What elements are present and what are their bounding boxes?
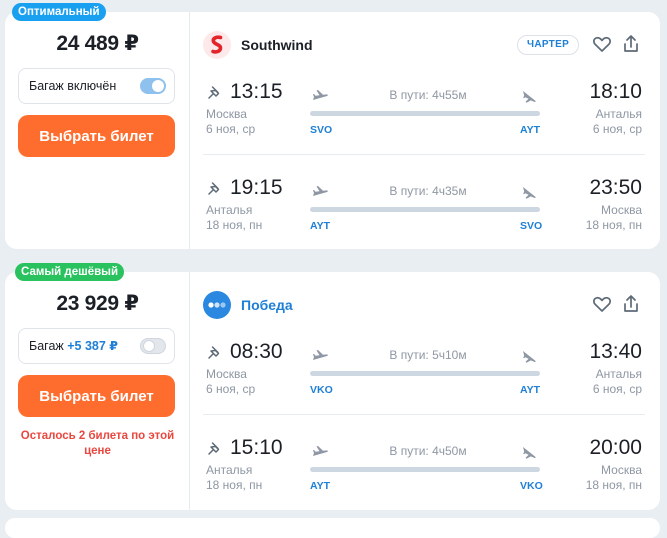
takeoff-plane-icon <box>311 347 329 365</box>
arrival-time: 20:00 <box>589 436 642 459</box>
destination-airport-code[interactable]: AYT <box>520 124 540 136</box>
landing-plane-icon <box>520 347 538 365</box>
arrival-time: 23:50 <box>589 176 642 199</box>
flight-duration: В пути: 4ч50м <box>389 444 467 458</box>
flight-duration: В пути: 5ч10м <box>389 348 467 362</box>
departure-date: 18 ноя, пн <box>206 478 263 492</box>
baggage-option[interactable]: Багаж включён <box>18 68 175 104</box>
pin-icon[interactable] <box>206 441 224 459</box>
origin-airport-code[interactable]: VKO <box>310 384 333 396</box>
destination-airport-code[interactable]: AYT <box>520 384 540 396</box>
segment-divider <box>203 414 645 415</box>
pobeda-logo-icon <box>203 291 231 319</box>
baggage-toggle[interactable] <box>140 338 166 354</box>
departure-city: Москва <box>206 367 247 381</box>
ticket-price-panel: 24 489 ₽ Багаж включён Выбрать билет <box>5 12 190 249</box>
departure-time: 15:10 <box>230 436 283 459</box>
origin-airport-code[interactable]: AYT <box>310 480 330 492</box>
charter-badge: ЧАРТЕР <box>517 35 580 55</box>
flight-duration: В пути: 4ч55м <box>389 88 467 102</box>
arrival-city: Анталья <box>595 367 642 381</box>
share-icon[interactable] <box>620 293 642 315</box>
next-ticket-card <box>5 518 660 538</box>
departure-date: 18 ноя, пн <box>206 218 263 232</box>
route-line <box>310 371 540 376</box>
takeoff-plane-icon <box>311 443 329 461</box>
baggage-toggle[interactable] <box>140 78 166 94</box>
landing-plane-icon <box>520 183 538 201</box>
airline-row: Southwind ЧАРТЕР <box>203 31 653 59</box>
ticket-price-panel: 23 929 ₽ Багаж +5 387 ₽ Выбрать билет Ос… <box>5 272 190 510</box>
arrival-city: Анталья <box>595 107 642 121</box>
route-line <box>310 467 540 472</box>
departure-city: Анталья <box>206 463 253 477</box>
flight-segment-return: 19:15 Анталья 18 ноя, пн В пути: 4ч35м A… <box>203 171 645 251</box>
route-line <box>310 111 540 116</box>
select-ticket-button[interactable]: Выбрать билет <box>18 115 175 157</box>
badge-cheapest: Самый дешёвый <box>15 263 125 281</box>
pin-icon[interactable] <box>206 345 224 363</box>
route-line <box>310 207 540 212</box>
origin-airport-code[interactable]: SVO <box>310 124 332 136</box>
arrival-date: 18 ноя, пн <box>585 478 642 492</box>
flight-segment-outbound: 13:15 Москва 6 ноя, ср В пути: 4ч55м SVO… <box>203 75 645 155</box>
arrival-date: 6 ноя, ср <box>592 122 642 136</box>
airline-name: Southwind <box>241 37 313 53</box>
arrival-date: 6 ноя, ср <box>592 382 642 396</box>
baggage-label: Багаж включён <box>29 79 117 93</box>
favorite-heart-icon[interactable] <box>591 293 613 315</box>
pin-icon[interactable] <box>206 181 224 199</box>
landing-plane-icon <box>520 87 538 105</box>
share-icon[interactable] <box>620 33 642 55</box>
southwind-logo-icon <box>203 31 231 59</box>
departure-city: Москва <box>206 107 247 121</box>
destination-airport-code[interactable]: SVO <box>520 220 542 232</box>
segment-divider <box>203 154 645 155</box>
toggle-knob <box>143 340 155 352</box>
takeoff-plane-icon <box>311 87 329 105</box>
badge-optimal: Оптимальный <box>12 3 106 21</box>
landing-plane-icon <box>520 443 538 461</box>
ticket-price: 24 489 ₽ <box>56 32 139 55</box>
airline-row: Победа <box>203 291 653 319</box>
takeoff-plane-icon <box>311 183 329 201</box>
ticket-price: 23 929 ₽ <box>56 292 139 315</box>
baggage-option[interactable]: Багаж +5 387 ₽ <box>18 328 175 364</box>
flight-segment-outbound: 08:30 Москва 6 ноя, ср В пути: 5ч10м VKO… <box>203 335 645 415</box>
arrival-city: Москва <box>601 203 642 217</box>
arrival-time: 18:10 <box>589 80 642 103</box>
baggage-label: Багаж <box>29 339 64 353</box>
departure-city: Анталья <box>206 203 253 217</box>
flight-duration: В пути: 4ч35м <box>389 184 467 198</box>
arrival-city: Москва <box>601 463 642 477</box>
favorite-heart-icon[interactable] <box>591 33 613 55</box>
pin-icon[interactable] <box>206 85 224 103</box>
select-ticket-button[interactable]: Выбрать билет <box>18 375 175 417</box>
departure-time: 13:15 <box>230 80 283 103</box>
seats-left-warning: Осталось 2 билета по этой цене <box>20 430 175 457</box>
origin-airport-code[interactable]: AYT <box>310 220 330 232</box>
arrival-time: 13:40 <box>589 340 642 363</box>
departure-time: 08:30 <box>230 340 283 363</box>
flight-segment-return: 15:10 Анталья 18 ноя, пн В пути: 4ч50м A… <box>203 431 645 511</box>
departure-date: 6 ноя, ср <box>206 122 256 136</box>
departure-time: 19:15 <box>230 176 283 199</box>
arrival-date: 18 ноя, пн <box>585 218 642 232</box>
airline-name: Победа <box>241 297 293 313</box>
destination-airport-code[interactable]: VKO <box>520 480 543 492</box>
toggle-knob <box>152 80 164 92</box>
baggage-extra-price: +5 387 ₽ <box>67 339 119 353</box>
departure-date: 6 ноя, ср <box>206 382 256 396</box>
